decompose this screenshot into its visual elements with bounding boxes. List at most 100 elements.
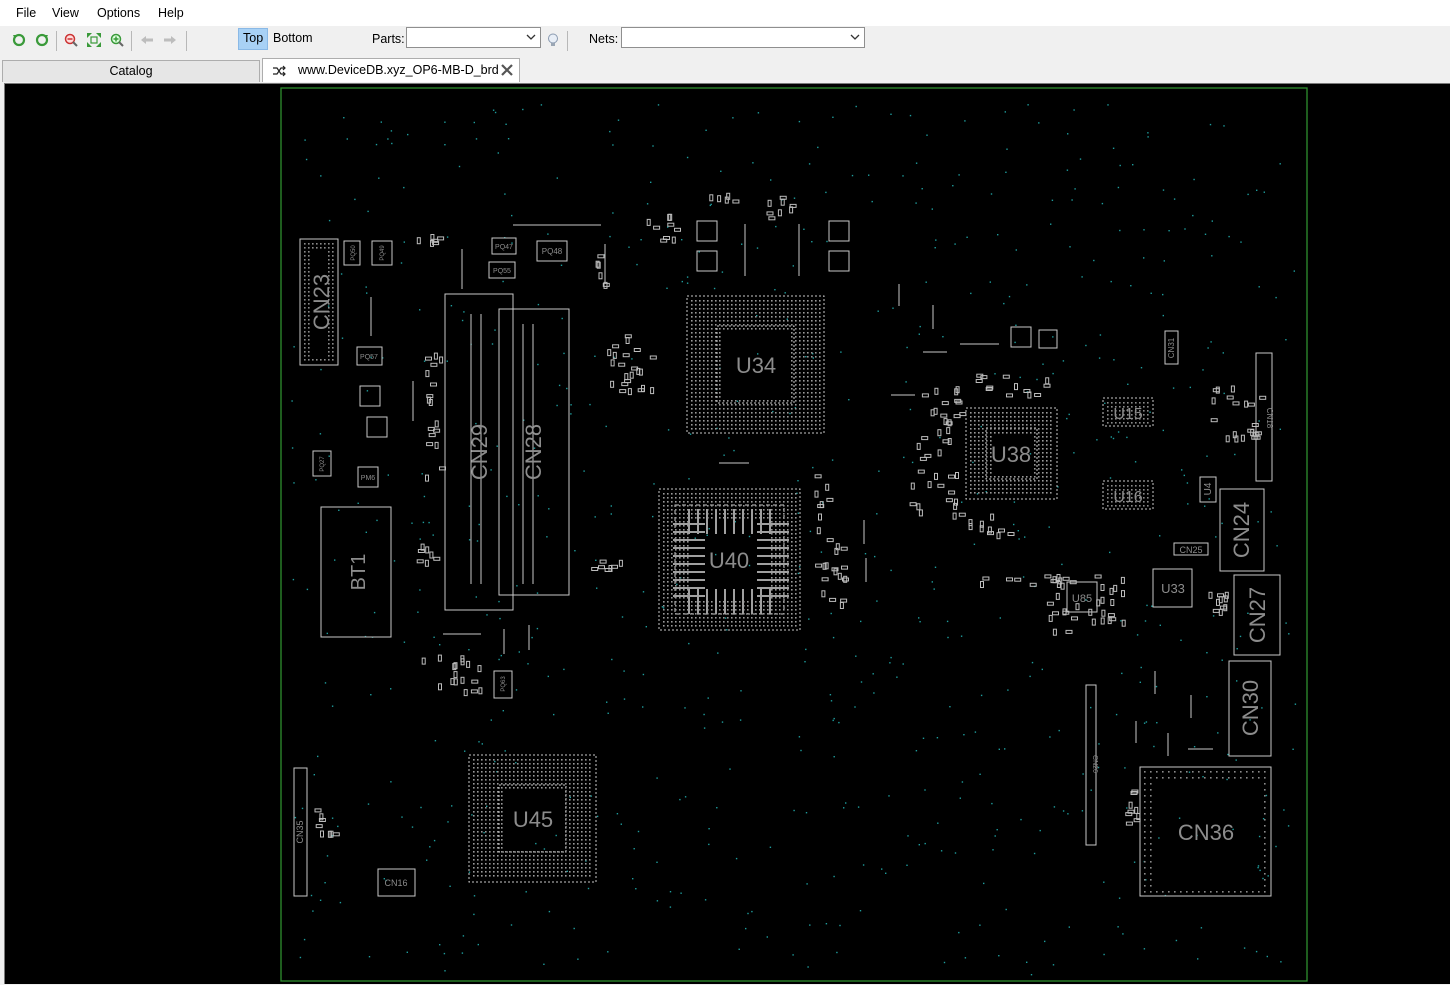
via [919, 621, 921, 623]
rotate-right-button[interactable] [32, 30, 52, 50]
via [391, 142, 393, 145]
parts-combobox[interactable] [406, 27, 541, 48]
via [1293, 270, 1295, 272]
via [921, 188, 923, 190]
via [407, 133, 409, 136]
via [339, 901, 342, 904]
ref-label: U15 [1113, 406, 1142, 423]
tab-board[interactable]: www.DeviceDB.xyz_OP6-MB-D_brd [262, 58, 520, 82]
via [807, 966, 809, 968]
via [375, 143, 378, 146]
smd-pad [470, 689, 478, 694]
arrow-left-icon [141, 36, 153, 44]
via [299, 956, 302, 959]
via [312, 910, 314, 912]
via [461, 952, 464, 954]
via [808, 618, 810, 620]
forward-button[interactable] [160, 30, 180, 50]
via [1117, 186, 1120, 189]
via [1027, 104, 1029, 106]
side-top-toggle[interactable]: Top [238, 28, 269, 50]
via [798, 566, 801, 568]
via [594, 516, 596, 518]
find-part-button[interactable] [543, 30, 563, 50]
smd-pad [921, 393, 929, 398]
nets-combobox[interactable] [621, 27, 865, 48]
board-canvas[interactable]: CN23 CN29 CN28 BT1 U34 U40 U38 U15 U16 C… [4, 83, 1450, 984]
close-icon[interactable] [501, 64, 513, 76]
tab-catalog[interactable]: Catalog [2, 60, 260, 82]
smd-pad [624, 379, 632, 384]
ref-label: CN24 [1229, 502, 1254, 558]
via [885, 872, 887, 874]
via [537, 363, 539, 366]
via [515, 689, 518, 691]
via [304, 139, 306, 141]
via [756, 247, 759, 249]
smd-pad [982, 576, 990, 581]
smd-pad [1226, 395, 1234, 400]
via [340, 273, 343, 275]
via [949, 706, 951, 708]
via [607, 712, 609, 714]
via [833, 756, 835, 758]
via [623, 698, 626, 700]
menu-file[interactable]: File [16, 6, 36, 20]
via [403, 641, 406, 643]
via [556, 177, 558, 179]
via [623, 670, 625, 672]
smd-pad [663, 236, 670, 240]
smd-pad [624, 373, 629, 381]
via [888, 795, 890, 797]
rotate-left-button[interactable] [9, 30, 29, 50]
via [1181, 469, 1183, 471]
zoom-out-button[interactable] [61, 30, 81, 50]
smd-pad [916, 442, 921, 450]
zoom-in-icon [110, 33, 124, 47]
smd-pad [424, 559, 429, 567]
via [1208, 498, 1210, 500]
smd-pad [1007, 532, 1015, 536]
ref-label: U4 [1203, 482, 1214, 495]
via [577, 958, 579, 960]
via [939, 436, 941, 439]
via [1024, 536, 1026, 538]
back-button[interactable] [137, 30, 157, 50]
smd-pad [619, 389, 627, 394]
via [940, 850, 943, 852]
smd-pad [618, 559, 623, 567]
via [774, 289, 776, 291]
via [1048, 526, 1050, 528]
via [936, 737, 939, 739]
via [468, 871, 471, 873]
via [650, 181, 652, 183]
smd-pad [438, 683, 442, 691]
menu-help[interactable]: Help [158, 6, 184, 20]
via [1162, 189, 1165, 191]
smd-pad [1065, 629, 1073, 634]
via [980, 425, 982, 428]
menu-view[interactable]: View [52, 6, 79, 20]
via [1068, 926, 1070, 928]
via [983, 882, 985, 885]
via [806, 883, 808, 885]
smd-pad [425, 546, 430, 554]
via [689, 433, 692, 435]
side-bottom-toggle[interactable]: Bottom [269, 28, 317, 48]
via [1221, 659, 1223, 661]
via [563, 668, 565, 671]
zoom-fit-button[interactable] [84, 30, 104, 50]
via [346, 138, 348, 140]
via [726, 629, 728, 631]
via [804, 661, 806, 663]
via [684, 796, 687, 798]
via [720, 170, 722, 172]
via [740, 690, 742, 692]
zoom-in-button[interactable] [107, 30, 127, 50]
via [1132, 164, 1134, 166]
via [1013, 523, 1015, 526]
menu-options[interactable]: Options [97, 6, 140, 20]
via [490, 719, 492, 721]
via [1276, 545, 1278, 547]
smd-pad [466, 660, 471, 668]
